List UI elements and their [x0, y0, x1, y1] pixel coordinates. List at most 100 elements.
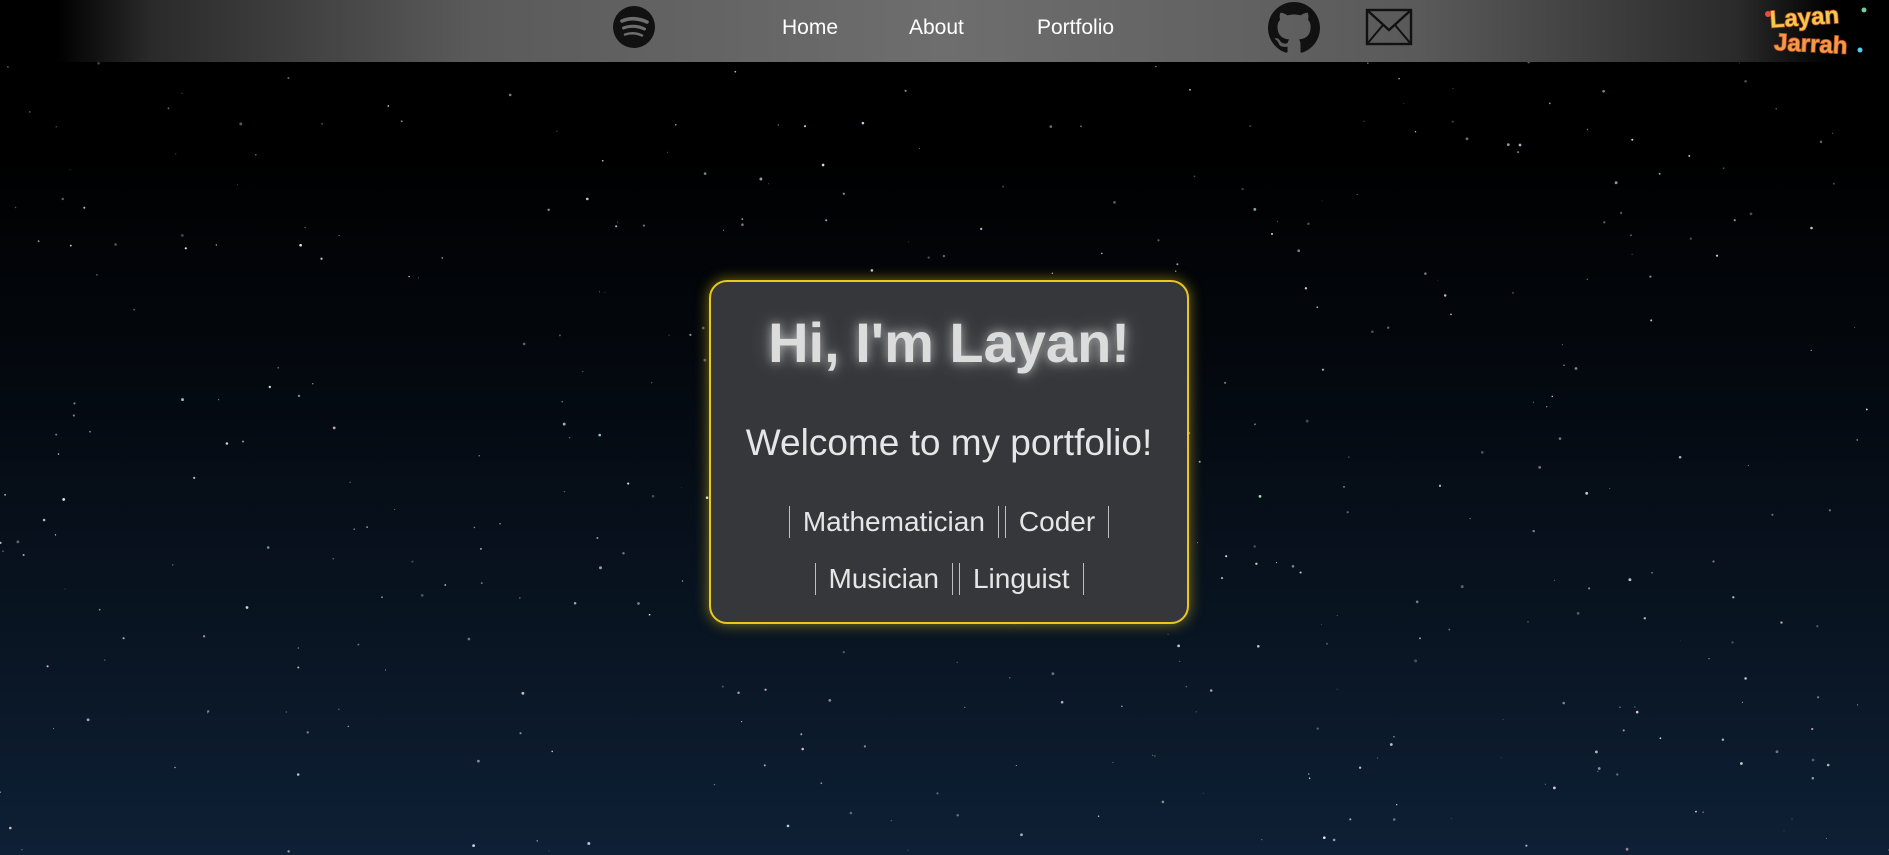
star [1819, 140, 1823, 144]
star [519, 732, 522, 735]
star [215, 244, 218, 246]
nav-link-home[interactable]: Home [782, 16, 838, 40]
star [768, 183, 769, 185]
star [1811, 758, 1815, 762]
star [558, 334, 561, 337]
star [467, 637, 471, 641]
star [1322, 836, 1326, 840]
star [1253, 545, 1256, 548]
star [1049, 125, 1053, 128]
star [1346, 511, 1349, 514]
star [387, 105, 390, 107]
star [1525, 844, 1528, 847]
star [1832, 182, 1835, 185]
star [508, 93, 512, 97]
star [1602, 89, 1605, 93]
star [1625, 847, 1629, 851]
star [245, 606, 249, 609]
star [1097, 815, 1100, 817]
star [1020, 833, 1023, 837]
star [936, 792, 939, 795]
star [1009, 677, 1011, 679]
star [4, 493, 7, 496]
star [1810, 226, 1813, 230]
star [1702, 811, 1705, 814]
star [721, 685, 724, 688]
star [296, 773, 300, 776]
star [842, 192, 845, 195]
star [1112, 762, 1114, 764]
star [759, 177, 763, 181]
star [268, 385, 271, 389]
logo-text-line2: Jarrah [1773, 29, 1848, 58]
star [637, 602, 640, 605]
nav-link-portfolio[interactable]: Portfolio [1037, 16, 1114, 40]
star [1619, 706, 1621, 708]
star [1865, 408, 1868, 411]
star [337, 708, 340, 711]
star [1811, 727, 1814, 731]
star [740, 720, 743, 723]
nav-link-about[interactable]: About [909, 16, 964, 40]
star [1424, 272, 1427, 275]
star [1469, 518, 1471, 520]
star [1225, 555, 1228, 558]
star [1775, 750, 1779, 754]
star [1597, 770, 1599, 772]
star [1358, 766, 1362, 769]
star [37, 240, 40, 243]
intro-card: Hi, I'm Layan! Welcome to my portfolio! … [709, 280, 1189, 624]
star [599, 291, 600, 293]
star [1316, 306, 1319, 309]
star [1308, 777, 1311, 780]
star [1396, 804, 1398, 806]
role-coder: Coder [1004, 506, 1110, 538]
star [1465, 137, 1469, 141]
site-logo[interactable]: Layan Jarrah [1764, 1, 1872, 60]
star [332, 557, 335, 560]
star [347, 725, 350, 728]
star [64, 588, 66, 590]
star [1574, 367, 1578, 370]
star [1316, 727, 1319, 730]
star [1631, 138, 1634, 141]
star [1291, 565, 1295, 568]
star [28, 111, 31, 113]
star [568, 436, 571, 439]
star [1152, 754, 1154, 756]
star [366, 526, 368, 528]
mail-icon[interactable] [1365, 8, 1413, 46]
star [1500, 757, 1502, 759]
star [1619, 211, 1623, 215]
star [1202, 792, 1204, 794]
star [1051, 272, 1054, 274]
star [562, 422, 566, 426]
star [239, 122, 243, 126]
star [705, 496, 709, 499]
star [1198, 460, 1201, 463]
star [627, 482, 630, 485]
star [242, 440, 244, 443]
star [1506, 143, 1510, 147]
star [69, 169, 71, 171]
star [904, 89, 907, 92]
welcome-subtitle: Welcome to my portfolio! [745, 422, 1153, 463]
star [477, 759, 480, 763]
star [1832, 132, 1834, 134]
star [14, 206, 17, 209]
star [174, 766, 176, 769]
star [842, 650, 845, 654]
star [1224, 381, 1227, 384]
spotify-icon[interactable] [612, 5, 656, 49]
star [1258, 495, 1262, 498]
star [601, 159, 604, 162]
star [1689, 237, 1693, 240]
star [1307, 222, 1310, 225]
star [763, 764, 766, 767]
role-linguist: Linguist [958, 563, 1084, 595]
star [1443, 294, 1447, 297]
star [1576, 612, 1580, 615]
star [1658, 172, 1661, 175]
github-icon[interactable] [1268, 2, 1320, 54]
star [1349, 818, 1352, 821]
